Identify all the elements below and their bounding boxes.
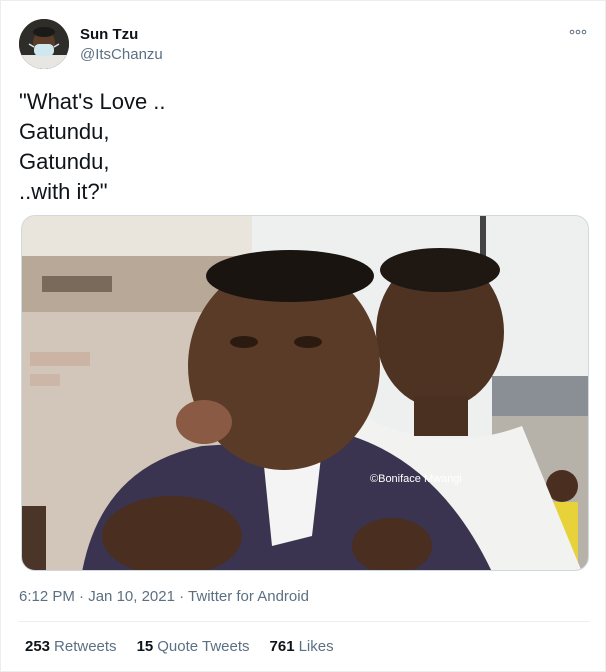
tweet-source[interactable]: Twitter for Android	[188, 588, 309, 605]
tweet-metadata: 6:12 PM · Jan 10, 2021 · Twitter for And…	[19, 587, 309, 607]
avatar[interactable]	[19, 19, 69, 69]
retweets-stat[interactable]: 253 Retweets	[25, 637, 117, 657]
display-name[interactable]: Sun Tzu	[80, 25, 163, 45]
likes-label: Likes	[298, 638, 334, 655]
likes-count: 761	[269, 638, 295, 655]
likes-stat[interactable]: 761 Likes	[270, 637, 334, 657]
retweets-label: Retweets	[54, 638, 117, 655]
quote-tweets-label: Quote Tweets	[157, 638, 250, 655]
retweets-count: 253	[25, 638, 51, 655]
user-handle[interactable]: @ItsChanzu	[80, 45, 163, 65]
meta-separator: ·	[179, 588, 185, 605]
more-options-button[interactable]	[567, 25, 589, 39]
photo-watermark: ©Boniface Mwangi	[370, 473, 462, 485]
meta-separator: ·	[79, 588, 85, 605]
tweet-date[interactable]: Jan 10, 2021	[88, 588, 175, 605]
tweet-photo[interactable]: ©Boniface Mwangi	[21, 215, 589, 571]
user-info: Sun Tzu @ItsChanzu	[80, 25, 163, 65]
divider	[19, 621, 589, 622]
quote-tweets-count: 15	[136, 638, 154, 655]
tweet-time[interactable]: 6:12 PM	[19, 588, 75, 605]
engagement-stats: 253 Retweets 15 Quote Tweets 761 Likes	[25, 637, 334, 657]
tweet-header: Sun Tzu @ItsChanzu	[19, 19, 589, 71]
avatar-image	[19, 19, 69, 69]
tweet-card: Sun Tzu @ItsChanzu "What's Love .. Gatun…	[0, 0, 606, 672]
tweet-text: "What's Love .. Gatundu, Gatundu, ..with…	[19, 89, 166, 204]
more-dots-icon	[569, 29, 587, 35]
quote-tweets-stat[interactable]: 15 Quote Tweets	[137, 637, 250, 657]
photo-image: ©Boniface Mwangi	[22, 216, 588, 570]
